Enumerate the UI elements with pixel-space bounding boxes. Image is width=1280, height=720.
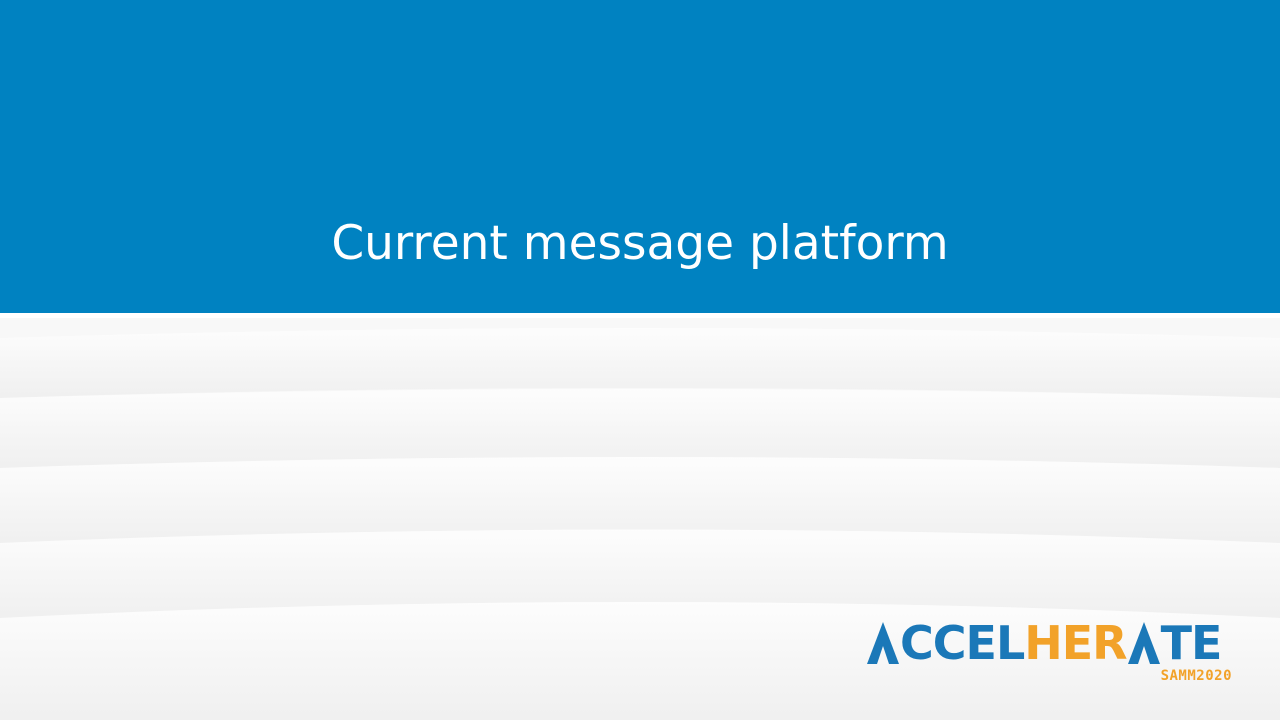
logo-a-triangle-icon-2 <box>1127 622 1160 664</box>
logo-text-ccel: CCEL <box>900 616 1025 670</box>
logo-subtitle: SAMM2020 <box>1160 668 1232 684</box>
slide-title: Current message platform <box>331 216 949 271</box>
logo-text-her: HER <box>1024 616 1127 670</box>
logo-text-te: TE <box>1160 616 1223 670</box>
logo-a-triangle-icon <box>867 622 899 664</box>
accelherate-logo: CCELHER TE SAMM2020 <box>866 618 1234 688</box>
slide: Current message platform CCELHER TE SAMM… <box>0 0 1280 720</box>
logo-wordmark: CCELHER TE <box>866 616 1223 670</box>
